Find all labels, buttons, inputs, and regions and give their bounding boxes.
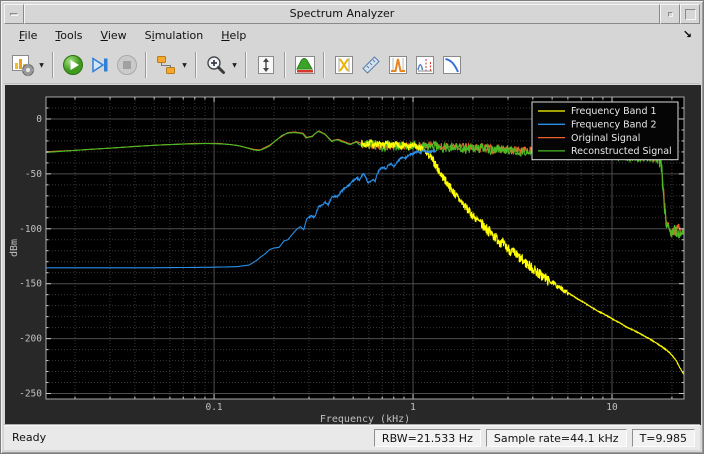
window-title: Spectrum Analyzer xyxy=(24,4,660,24)
spectrum-display-icon xyxy=(294,56,315,74)
highlight-simulink-block-dropdown-caret[interactable]: ▼ xyxy=(179,52,190,79)
spectrum-plot[interactable]: 0.1 1 100-50-100-150-200-250Frequency (kHz… xyxy=(5,85,701,425)
menu-view[interactable]: View xyxy=(92,26,136,45)
zoom-in-button[interactable] xyxy=(202,52,229,79)
svg-text:-50: -50 xyxy=(25,169,42,180)
menu-tools[interactable]: Tools xyxy=(46,26,91,45)
stop-button[interactable] xyxy=(113,52,140,79)
zoom-in-dropdown-caret[interactable]: ▼ xyxy=(229,52,240,79)
minimize-icon xyxy=(667,11,673,17)
maximize-icon xyxy=(684,8,696,20)
svg-text:0: 0 xyxy=(36,114,42,125)
legend-label: Frequency Band 2 xyxy=(571,120,657,131)
scope-settings-dropdown-caret[interactable]: ▼ xyxy=(36,52,47,79)
svg-text:-150: -150 xyxy=(19,279,42,290)
distortion-measurements-button[interactable] xyxy=(411,52,438,79)
titlebar: Spectrum Analyzer xyxy=(4,4,700,24)
toolbar-separator xyxy=(323,52,325,78)
run-icon xyxy=(62,55,83,75)
fit-to-view-icon xyxy=(257,56,274,74)
menu-simulation[interactable]: Simulation xyxy=(136,26,213,45)
svg-text:10: 10 xyxy=(606,402,618,413)
statusbar: Ready RBW=21.533 Hz Sample rate=44.1 kHz T… xyxy=(4,424,700,450)
legend-label: Frequency Band 1 xyxy=(571,106,657,117)
toolbar-separator xyxy=(284,52,286,78)
legend[interactable]: Frequency Band 1 Frequency Band 2 Original… xyxy=(531,101,679,161)
stop-icon xyxy=(116,55,137,75)
step-forward-icon xyxy=(91,57,107,73)
peak-finder-button[interactable] xyxy=(384,52,411,79)
y-axis-label: dBm xyxy=(9,239,20,257)
spectrum-analyzer-window: Spectrum Analyzer File Tools View Simulatio… xyxy=(0,0,704,454)
spectrum-display-button[interactable] xyxy=(291,52,318,79)
maximize-button[interactable] xyxy=(680,4,700,24)
scope-settings-button[interactable] xyxy=(9,52,36,79)
svg-text:-100: -100 xyxy=(19,224,42,235)
svg-text:-200: -200 xyxy=(19,334,42,345)
ccdf-measurements-button[interactable] xyxy=(438,52,465,79)
scope-settings-icon xyxy=(11,55,34,77)
signal-statistics-icon xyxy=(361,56,380,74)
status-sample-rate: Sample rate=44.1 kHz xyxy=(485,428,627,447)
plot-panel: 0.1 1 10 0 -50 -100 -150 -200 -250 Frequency (kHz… xyxy=(5,85,701,425)
run-button[interactable] xyxy=(59,52,86,79)
window-menu-icon xyxy=(10,12,18,16)
menu-overflow-arrow-icon[interactable]: ↘ xyxy=(683,28,692,41)
status-sim-time: T=9.985 xyxy=(631,428,695,447)
ccdf-measurements-icon xyxy=(442,56,461,74)
distortion-measurements-icon xyxy=(415,56,434,74)
status-ready: Ready xyxy=(12,431,47,444)
toolbar: ▼ ▼ ▼ xyxy=(4,47,700,84)
svg-text:0.1: 0.1 xyxy=(205,402,222,413)
legend-label: Reconstructed Signal xyxy=(571,146,672,157)
zoom-in-icon xyxy=(206,56,225,74)
peak-finder-icon xyxy=(388,56,407,74)
cursor-measurements-icon xyxy=(334,56,353,74)
menu-help[interactable]: Help xyxy=(212,26,255,45)
legend-label: Original Signal xyxy=(571,133,640,144)
step-forward-button[interactable] xyxy=(86,52,113,79)
status-rbw: RBW=21.533 Hz xyxy=(373,428,481,447)
signal-statistics-button[interactable] xyxy=(357,52,384,79)
menubar: File Tools View Simulation Help ↘ xyxy=(4,24,700,47)
toolbar-separator xyxy=(52,52,54,78)
cursor-measurements-button[interactable] xyxy=(330,52,357,79)
fit-to-view-button[interactable] xyxy=(252,52,279,79)
toolbar-separator xyxy=(245,52,247,78)
svg-text:-250: -250 xyxy=(19,389,42,400)
highlight-simulink-block-button[interactable] xyxy=(152,52,179,79)
toolbar-separator xyxy=(195,52,197,78)
highlight-simulink-block-icon xyxy=(156,56,175,74)
svg-text:1: 1 xyxy=(410,402,416,413)
window-menu-button[interactable] xyxy=(4,4,24,24)
minimize-button[interactable] xyxy=(660,4,680,24)
toolbar-separator xyxy=(145,52,147,78)
menu-file[interactable]: File xyxy=(10,26,46,45)
